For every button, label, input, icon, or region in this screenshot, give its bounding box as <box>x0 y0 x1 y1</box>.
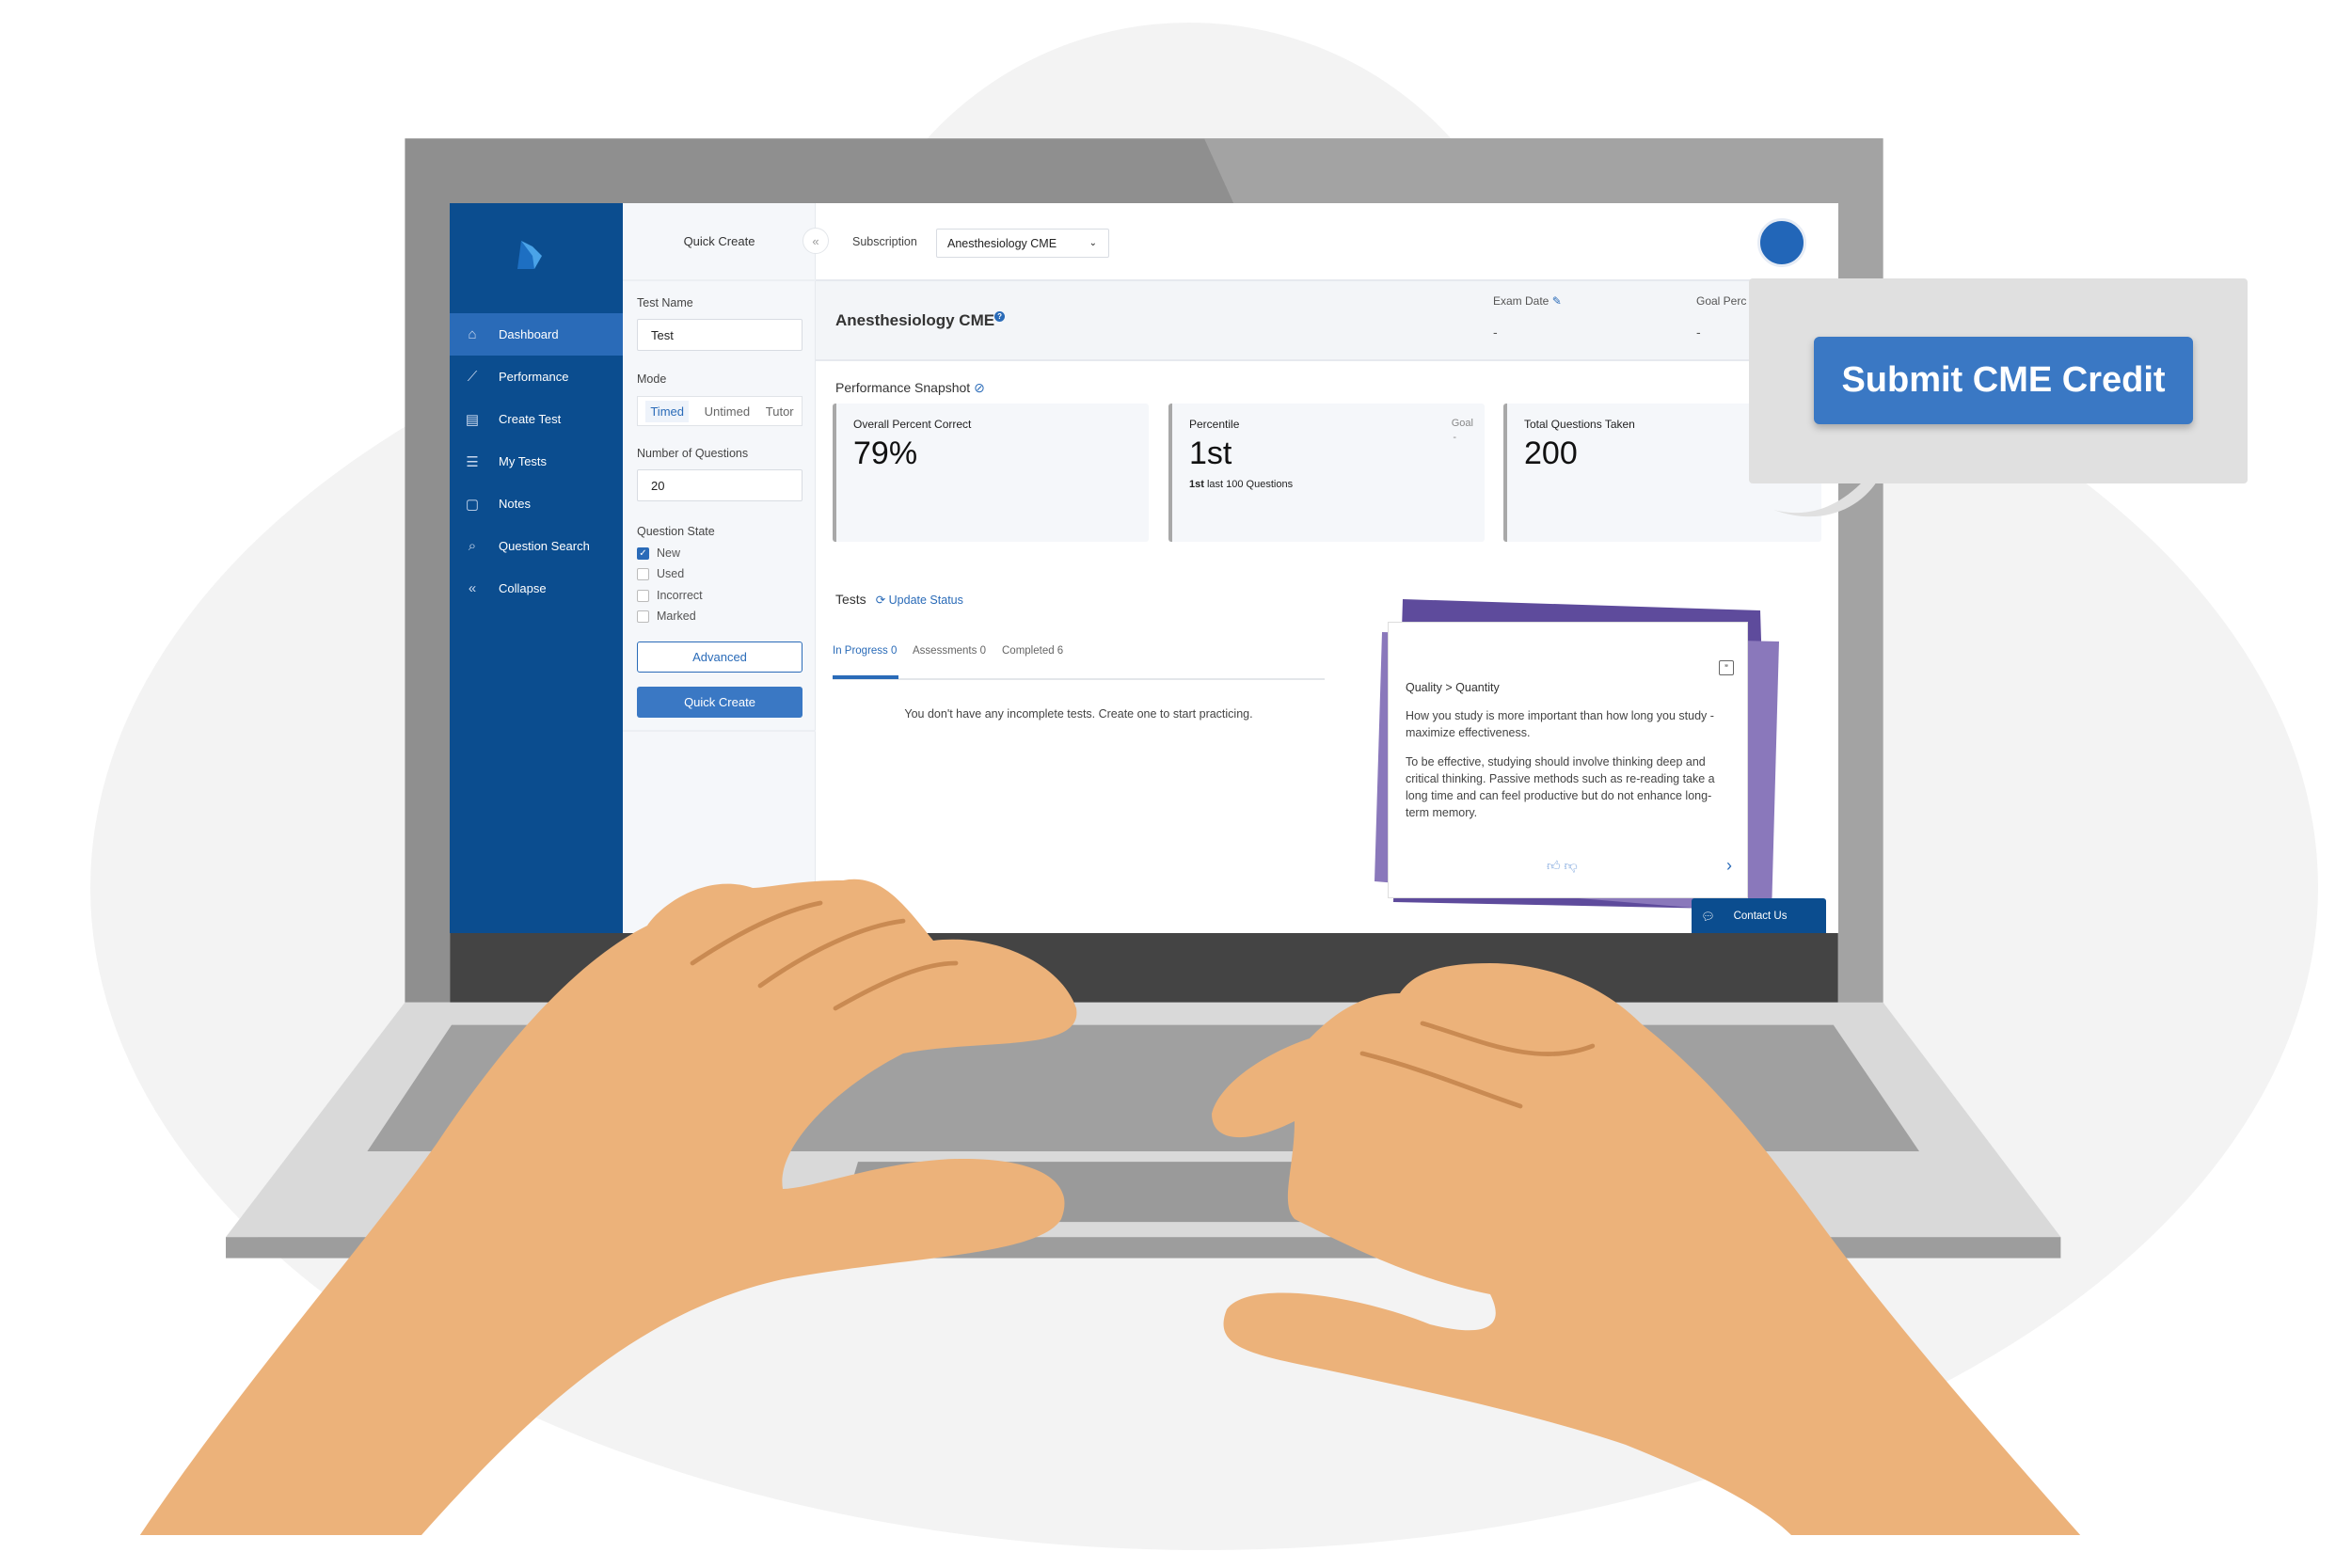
hands-illustration <box>139 879 2081 1535</box>
callout-tail <box>1773 482 1877 517</box>
submit-cme-credit-button[interactable]: Submit CME Credit <box>1814 337 2193 424</box>
